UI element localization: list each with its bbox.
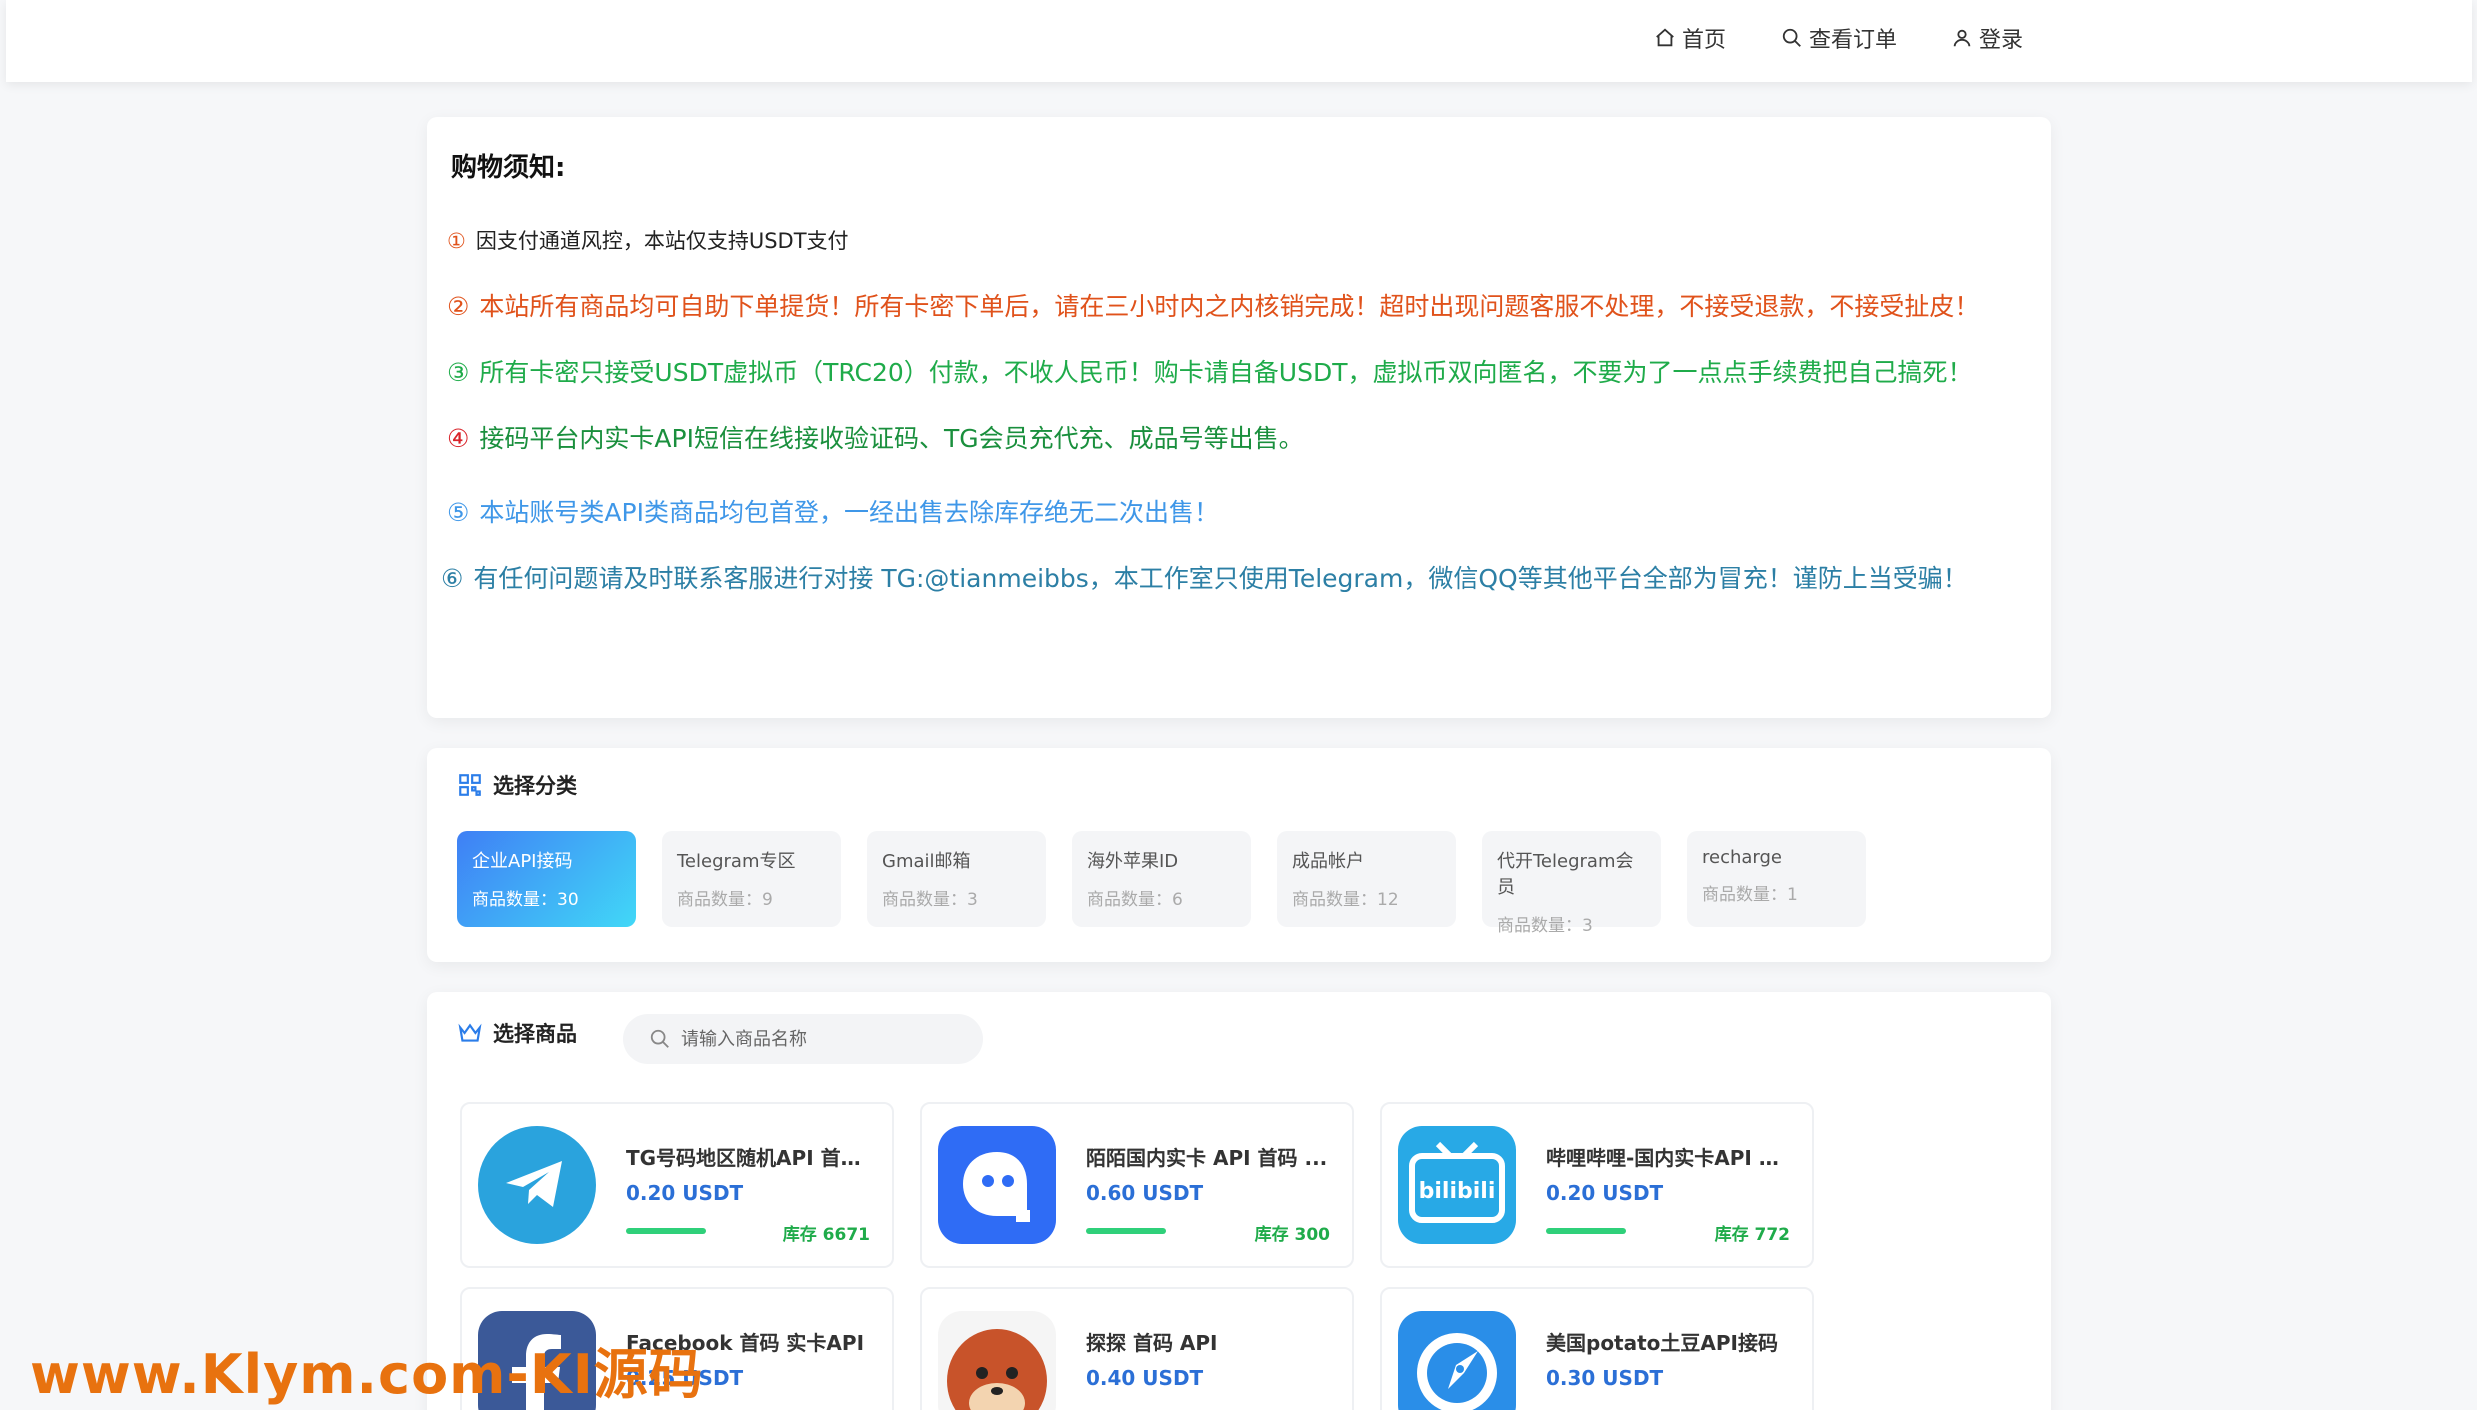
product-stock: 库存 6671 (782, 1225, 870, 1245)
product-stock: 库存 772 (1714, 1225, 1790, 1245)
notice-num-4: ④ (447, 424, 470, 453)
category-name: 成品帐户 (1292, 851, 1364, 872)
category-count: 商品数量：1 (1702, 885, 1798, 905)
product-name: 哔哩哔哩-国内实卡API 首码 (1546, 1146, 1796, 1170)
crown-icon (458, 1023, 482, 1042)
category-item-api[interactable]: 企业API接码 商品数量：30 (457, 831, 636, 927)
product-name: TG号码地区随机API 首码 ... (626, 1146, 876, 1170)
category-count: 商品数量：30 (472, 890, 579, 910)
notice-num-5: ⑤ (447, 498, 470, 527)
product-price: 0.20 USDT (1546, 1181, 1664, 1205)
potato-icon (1398, 1311, 1516, 1410)
category-name: 海外苹果ID (1087, 851, 1179, 872)
category-name: Telegram专区 (677, 851, 796, 872)
goods-search-box (623, 1014, 983, 1064)
notice-num-1: ① (447, 229, 466, 253)
nav-home-label: 首页 (1682, 28, 1727, 53)
category-item-telegram[interactable]: Telegram专区 商品数量：9 (662, 831, 841, 927)
product-price: 0.60 USDT (1086, 1181, 1204, 1205)
stock-bar (626, 1228, 706, 1234)
product-name: 陌陌国内实卡 API 首码 ... (1086, 1146, 1328, 1170)
category-count: 商品数量：12 (1292, 890, 1399, 910)
category-name: Gmail邮箱 (882, 851, 971, 872)
goods-title-label: 选择商品 (493, 1022, 577, 1046)
goods-section-title: 选择商品 (457, 1018, 577, 1048)
notice-text-3: 所有卡密只接受USDT虚拟币（TRC20）付款，不收人民币！购卡请自备USDT，… (479, 358, 1973, 387)
product-stock: 库存 300 (1254, 1225, 1330, 1245)
top-navbar: 首页 查看订单 登录 (6, 0, 2472, 82)
tantan-icon (938, 1311, 1056, 1410)
nav-login-link[interactable]: 登录 (1951, 22, 2023, 54)
product-name: 探探 首码 API (1086, 1331, 1218, 1355)
category-title-label: 选择分类 (493, 774, 577, 798)
notice-item-5: ⑤ 本站账号类API类商品均包首登，一经出售去除库存绝无二次出售！ (447, 493, 1219, 529)
category-item-telegram-premium[interactable]: 代开Telegram会员 商品数量：3 (1482, 831, 1661, 936)
stock-bar (1086, 1228, 1166, 1234)
user-icon (1953, 29, 1971, 47)
category-item-apple-id[interactable]: 海外苹果ID 商品数量：6 (1072, 831, 1251, 927)
home-icon (1656, 28, 1674, 47)
product-card-bilibili[interactable]: bilibili 哔哩哔哩-国内实卡API 首码 0.20 USDT 库存 77… (1380, 1102, 1814, 1268)
category-item-accounts[interactable]: 成品帐户 商品数量：12 (1277, 831, 1456, 927)
notice-text-6: 有任何问题请及时联系客服进行对接 TG:@tianmeibbs，本工作室只使用T… (473, 564, 1968, 593)
watermark-text: www.Klym.com-KI源码 (30, 1343, 704, 1406)
notice-text-2: 本站所有商品均可自助下单提货！所有卡密下单后，请在三小时内之内核销完成！超时出现… (479, 292, 1980, 321)
notice-text-5: 本站账号类API类商品均包首登，一经出售去除库存绝无二次出售！ (479, 498, 1219, 527)
shopping-notice-card: 购物须知: ① 因支付通道风控，本站仅支持USDT支付 ② 本站所有商品均可自助下单… (427, 117, 2051, 718)
category-count: 商品数量：6 (1087, 890, 1183, 910)
category-item-gmail[interactable]: Gmail邮箱 商品数量：3 (867, 831, 1046, 927)
category-name: 企业API接码 (472, 851, 573, 872)
momo-icon (938, 1126, 1056, 1244)
notice-num-2: ② (447, 292, 470, 321)
grid-icon (459, 774, 481, 796)
nav-orders-link[interactable]: 查看订单 (1781, 22, 1897, 54)
nav-login-label: 登录 (1979, 28, 2024, 53)
notice-num-3: ③ (447, 358, 470, 387)
product-card-tg[interactable]: TG号码地区随机API 首码 ... 0.20 USDT 库存 6671 (460, 1102, 894, 1268)
notice-item-2: ② 本站所有商品均可自助下单提货！所有卡密下单后，请在三小时内之内核销完成！超时出… (447, 287, 1979, 323)
svg-text:bilibili: bilibili (1419, 1179, 1496, 1204)
product-card-tantan[interactable]: 探探 首码 API 0.40 USDT (920, 1287, 1354, 1410)
product-card-potato[interactable]: 美国potato土豆API接码 0.30 USDT (1380, 1287, 1814, 1410)
category-name: 代开Telegram会员 (1497, 851, 1634, 898)
stock-bar (1546, 1228, 1626, 1234)
notice-item-6: ⑥ 有任何问题请及时联系客服进行对接 TG:@tianmeibbs，本工作室只使用… (441, 559, 1968, 595)
notice-text-4: 接码平台内实卡API短信在线接收验证码、TG会员充代充、成品号等出售。 (479, 424, 1304, 453)
category-card: 选择分类 企业API接码 商品数量：30 Telegram专区 商品数量：9 G… (427, 748, 2051, 962)
category-count: 商品数量：3 (882, 890, 978, 910)
category-item-recharge[interactable]: recharge 商品数量：1 (1687, 831, 1866, 927)
bilibili-icon: bilibili (1398, 1126, 1516, 1244)
nav-orders-label: 查看订单 (1809, 28, 1898, 53)
notice-item-4: ④ 接码平台内实卡API短信在线接收验证码、TG会员充代充、成品号等出售。 (447, 419, 1304, 455)
product-card-momo[interactable]: 陌陌国内实卡 API 首码 ... 0.60 USDT 库存 300 (920, 1102, 1354, 1268)
category-count: 商品数量：9 (677, 890, 773, 910)
notice-item-1: ① 因支付通道风控，本站仅支持USDT支付 (447, 225, 849, 255)
category-count: 商品数量：3 (1497, 916, 1593, 936)
notice-item-3: ③ 所有卡密只接受USDT虚拟币（TRC20）付款，不收人民币！购卡请自备USDT… (447, 353, 1972, 389)
notice-text-1: 因支付通道风控，本站仅支持USDT支付 (475, 229, 849, 253)
goods-search-input[interactable] (681, 1028, 971, 1050)
telegram-icon (478, 1126, 596, 1244)
product-price: 0.30 USDT (1546, 1366, 1664, 1390)
product-name: 美国potato土豆API接码 (1546, 1331, 1778, 1355)
product-price: 0.40 USDT (1086, 1366, 1204, 1390)
notice-title: 购物须知: (451, 153, 566, 183)
category-name: recharge (1702, 847, 1782, 868)
category-section-title: 选择分类 (457, 770, 577, 800)
search-icon (650, 1029, 669, 1048)
nav-home-link[interactable]: 首页 (1654, 22, 1726, 54)
notice-num-6: ⑥ (441, 564, 464, 593)
product-price: 0.20 USDT (626, 1181, 744, 1205)
search-icon (1782, 28, 1801, 47)
